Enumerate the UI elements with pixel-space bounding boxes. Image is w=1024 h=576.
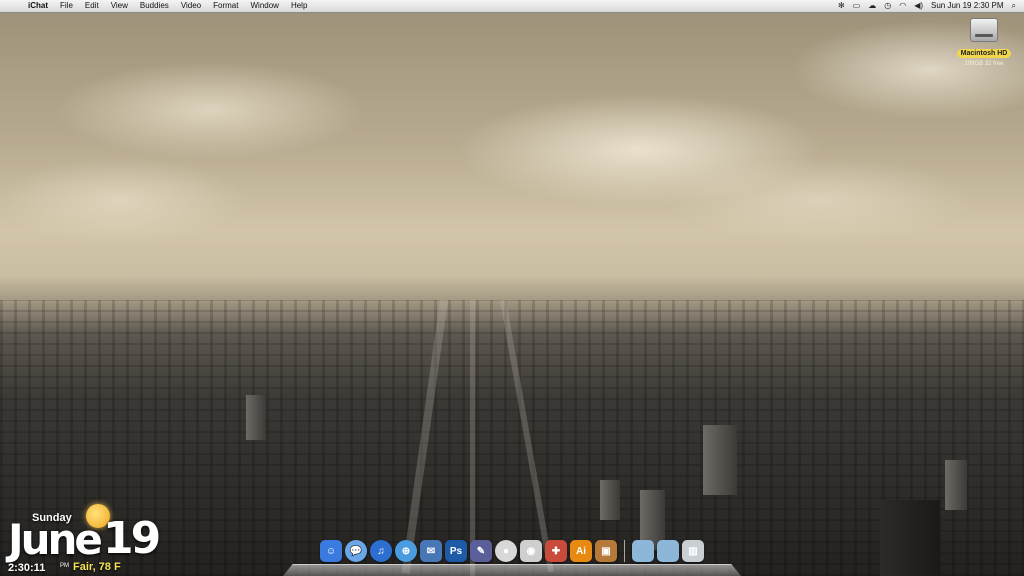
menu-window[interactable]: Window bbox=[250, 0, 278, 12]
menu-bar: iChat File Edit View Buddies Video Forma… bbox=[0, 0, 1024, 13]
widget-month: June bbox=[8, 515, 103, 564]
menu-edit[interactable]: Edit bbox=[85, 0, 99, 12]
volume-icon[interactable]: ◀) bbox=[914, 0, 923, 12]
dock-ichat-icon[interactable]: 💬 bbox=[345, 540, 367, 562]
dock-camera-icon[interactable]: ◉ bbox=[520, 540, 542, 562]
dock-dvd-player-icon[interactable]: ● bbox=[495, 540, 517, 562]
dock-brush-icon[interactable]: ✎ bbox=[470, 540, 492, 562]
dock: ☺ 💬 ♫ ⊕ ✉ Ps ✎ ● ◉ ✚ Ai ▣ ▥ bbox=[283, 538, 741, 576]
menu-file[interactable]: File bbox=[60, 0, 73, 12]
dock-illustrator-icon[interactable]: Ai bbox=[570, 540, 592, 562]
drive-label: Macintosh HD bbox=[956, 49, 1012, 58]
menu-app-name[interactable]: iChat bbox=[28, 0, 48, 12]
sync-icon[interactable]: ☁ bbox=[868, 0, 876, 12]
dock-trash-icon[interactable]: ▥ bbox=[682, 540, 704, 562]
date-weather-widget: Sunday June 19 2:30:11 PM Fair, 78 F bbox=[6, 504, 166, 574]
dock-itunes-icon[interactable]: ♫ bbox=[370, 540, 392, 562]
building bbox=[246, 395, 266, 440]
building bbox=[600, 480, 620, 520]
widget-weather: Fair, 78 F bbox=[73, 561, 121, 573]
time-machine-icon[interactable]: ◷ bbox=[884, 0, 891, 12]
dock-separator bbox=[624, 540, 625, 562]
dock-photoshop-icon[interactable]: Ps bbox=[445, 540, 467, 562]
dock-photo-icon[interactable]: ▣ bbox=[595, 540, 617, 562]
bluetooth-icon[interactable]: ✻ bbox=[838, 0, 845, 12]
menu-clock[interactable]: Sun Jun 19 2:30 PM bbox=[931, 0, 1004, 12]
menu-view[interactable]: View bbox=[111, 0, 128, 12]
desktop-wallpaper bbox=[0, 0, 1024, 576]
menu-extras: ✻ ▭ ☁ ◷ ◠ ◀) Sun Jun 19 2:30 PM ⌕ bbox=[838, 0, 1016, 12]
dock-finder-icon[interactable]: ☺ bbox=[320, 540, 342, 562]
menu-video[interactable]: Video bbox=[181, 0, 201, 12]
dock-toolbox-icon[interactable]: ✚ bbox=[545, 540, 567, 562]
widget-time: 2:30:11 bbox=[8, 562, 46, 574]
drive-info: 199GB 32 free bbox=[964, 61, 1004, 67]
macintosh-hd-drive[interactable]: Macintosh HD 199GB 32 free bbox=[952, 18, 1016, 67]
building bbox=[945, 460, 967, 510]
road bbox=[470, 300, 475, 576]
menu-buddies[interactable]: Buddies bbox=[140, 0, 169, 12]
hard-drive-icon bbox=[970, 18, 998, 42]
menu-help[interactable]: Help bbox=[291, 0, 307, 12]
menu-format[interactable]: Format bbox=[213, 0, 238, 12]
display-icon[interactable]: ▭ bbox=[853, 0, 861, 12]
spotlight-search-icon[interactable]: ⌕ bbox=[1012, 0, 1016, 12]
dock-downloads-folder-icon[interactable] bbox=[632, 540, 654, 562]
wifi-icon[interactable]: ◠ bbox=[899, 0, 906, 12]
dock-safari-icon[interactable]: ⊕ bbox=[395, 540, 417, 562]
building bbox=[703, 425, 737, 495]
widget-ampm: PM bbox=[60, 563, 69, 569]
dock-icon-row: ☺ 💬 ♫ ⊕ ✉ Ps ✎ ● ◉ ✚ Ai ▣ ▥ bbox=[283, 540, 741, 568]
dock-preview-icon[interactable]: ✉ bbox=[420, 540, 442, 562]
building bbox=[880, 500, 940, 576]
widget-date: 19 bbox=[103, 513, 161, 564]
dock-documents-folder-icon[interactable] bbox=[657, 540, 679, 562]
